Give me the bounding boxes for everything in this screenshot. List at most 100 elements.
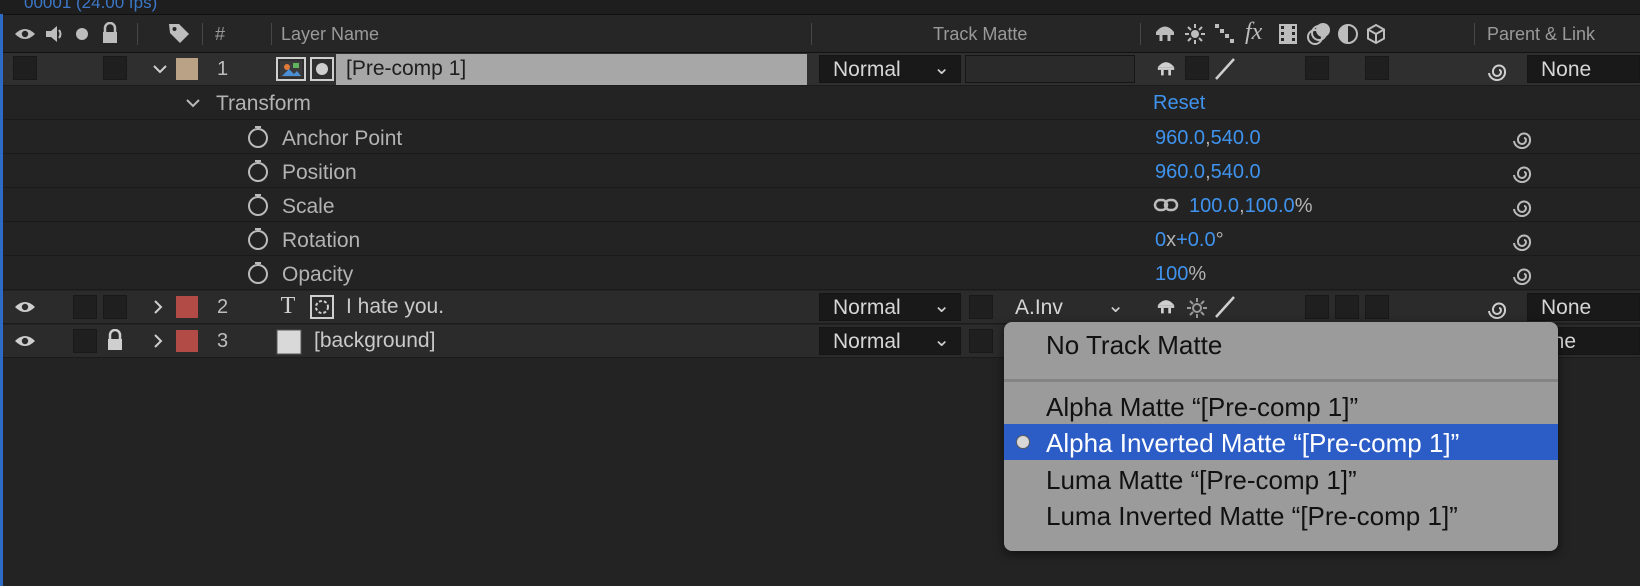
frame-blending-icon[interactable] [1276,22,1300,46]
eye-column-icon[interactable] [13,24,37,44]
layer-number-header: # [215,24,226,44]
parent-value: None [1541,58,1592,81]
stopwatch-icon[interactable] [245,158,271,184]
label-color-swatch[interactable] [176,330,198,352]
track-matte-dropdown[interactable]: A.Inv ⌄ [1001,293,1135,321]
adjustment-switch[interactable] [1365,295,1389,319]
quality-switch-icon[interactable] [1212,56,1238,82]
expression-pick-whip-icon[interactable] [1512,126,1536,150]
lock-switch[interactable] [103,56,127,80]
track-matte-dropdown[interactable] [965,55,1135,83]
preserve-transparency-switch[interactable] [969,295,993,319]
solo-column-icon[interactable] [73,25,91,43]
audio-column-icon[interactable] [43,23,67,45]
stopwatch-icon[interactable] [245,260,271,286]
collapse-switch[interactable] [1185,56,1209,80]
pick-whip-icon[interactable] [1487,296,1511,320]
degrees-value[interactable]: +0.0 [1176,229,1215,251]
effects-switch[interactable] [1305,56,1329,80]
shy-switch-icon[interactable] [1154,296,1178,318]
adjustment-switch[interactable] [1365,56,1389,80]
property-value[interactable]: 960.0,540.0 [1155,161,1261,184]
shy-icon[interactable] [1152,22,1178,46]
blend-mode-dropdown[interactable]: Normal ⌄ [819,327,961,355]
parent-dropdown[interactable]: None [1527,55,1640,83]
chevron-down-icon[interactable] [150,59,170,79]
layer-name[interactable]: I hate you. [346,295,444,319]
frame-blend-switch[interactable] [1335,295,1359,319]
property-row: Opacity 100% [3,256,1640,290]
stopwatch-icon[interactable] [245,192,271,218]
eye-icon[interactable] [13,298,37,316]
menu-item-alpha-matte[interactable]: Alpha Matte “[Pre-comp 1]” [1004,388,1558,424]
adjustment-layer-icon[interactable] [1336,22,1360,46]
video-switch[interactable] [13,56,37,80]
effects-switch[interactable] [1305,295,1329,319]
collapse-transform-icon[interactable] [1183,22,1207,46]
blend-mode-dropdown[interactable]: Normal ⌄ [819,55,961,83]
expression-pick-whip-icon[interactable] [1512,262,1536,286]
property-row: Position 960.0,540.0 [3,154,1640,188]
blend-mode-value: Normal [833,296,901,319]
value-y[interactable]: 540.0 [1211,127,1261,149]
menu-item-luma-inverted-matte[interactable]: Luma Inverted Matte “[Pre-comp 1]” [1004,497,1558,533]
track-matte-value: A.Inv [1015,296,1063,319]
solo-switch[interactable] [73,295,97,319]
lock-column-icon[interactable] [100,22,120,44]
3d-layer-icon[interactable] [1364,22,1388,46]
expression-pick-whip-icon[interactable] [1512,228,1536,252]
layer-name-header[interactable]: Layer Name [281,24,379,45]
selected-bullet-icon [1016,435,1030,449]
layer-row[interactable]: 2 T I hate you. Normal ⌄ A.Inv ⌄ None [3,291,1640,324]
layer-name-field[interactable]: [Pre-comp 1] [336,54,807,85]
label-color-swatch[interactable] [176,296,198,318]
expression-pick-whip-icon[interactable] [1512,194,1536,218]
property-value[interactable]: 0x+0.0° [1155,229,1224,252]
collapse-sun-icon[interactable] [1185,296,1209,320]
preserve-transparency-switch[interactable] [969,329,993,353]
chevron-right-icon[interactable] [148,331,168,351]
stopwatch-icon[interactable] [245,226,271,252]
constrain-proportions-link-icon[interactable] [1153,194,1179,216]
transform-group-row[interactable]: Transform Reset [3,86,1640,120]
stopwatch-icon[interactable] [245,124,271,150]
layer-row[interactable]: 1 [Pre-comp 1] Normal ⌄ None [3,53,1640,86]
shy-switch-icon[interactable] [1154,58,1178,80]
lock-icon[interactable] [104,328,126,352]
eye-icon[interactable] [13,332,37,350]
layer-name-text: [Pre-comp 1] [346,57,467,80]
property-value[interactable]: 100% [1155,263,1206,286]
chevron-right-icon[interactable] [148,297,168,317]
value-x[interactable]: 960.0 [1155,161,1205,183]
quality-switch-icon[interactable] [1212,294,1238,320]
label-tag-icon[interactable] [166,21,192,45]
property-value[interactable]: 960.0,540.0 [1155,127,1261,150]
track-matte-menu: No Track Matte Alpha Matte “[Pre-comp 1]… [1004,322,1558,551]
lock-switch[interactable] [103,295,127,319]
motion-blur-icon[interactable] [1306,21,1332,47]
menu-item-luma-matte[interactable]: Luma Matte “[Pre-comp 1]” [1004,461,1558,497]
property-value[interactable]: 100.0,100.0% [1189,195,1312,218]
parent-dropdown[interactable]: None [1527,293,1640,321]
effects-header[interactable]: fx [1245,19,1262,46]
reset-link[interactable]: Reset [1153,92,1205,115]
menu-item-no-track-matte[interactable]: No Track Matte [1004,326,1558,362]
revolutions-value[interactable]: 0 [1155,229,1166,251]
value-y[interactable]: 540.0 [1211,161,1261,183]
blend-mode-dropdown[interactable]: Normal ⌄ [819,293,961,321]
chevron-down-icon: ⌄ [933,57,950,79]
value-x[interactable]: 960.0 [1155,127,1205,149]
chevron-down-icon[interactable] [183,94,203,112]
solo-switch[interactable] [73,329,97,353]
quality-icon[interactable] [1213,22,1237,46]
pick-whip-icon[interactable] [1487,58,1511,82]
menu-item-alpha-inverted-matte[interactable]: Alpha Inverted Matte “[Pre-comp 1]” [1004,424,1558,460]
opacity-value[interactable]: 100 [1155,263,1188,285]
transform-label: Transform [216,92,311,115]
value-x[interactable]: 100.0 [1189,195,1239,217]
label-color-swatch[interactable] [176,58,198,80]
value-y[interactable]: 100.0 [1245,195,1295,217]
layer-name[interactable]: [background] [314,329,435,353]
expression-pick-whip-icon[interactable] [1512,160,1536,184]
layer-number: 2 [217,296,229,318]
